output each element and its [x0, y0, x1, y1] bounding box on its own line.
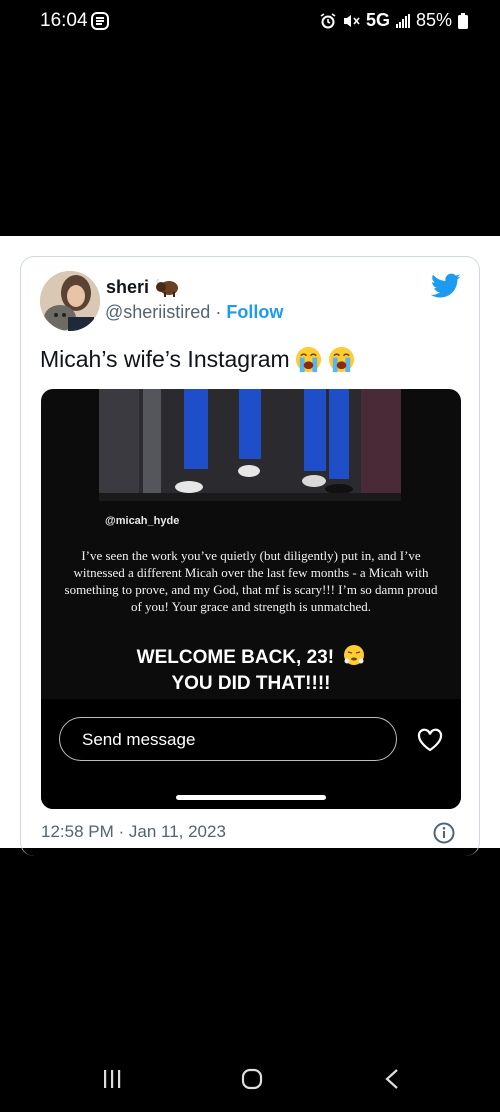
tweet-embed: sheri @sheriistired · Follow Micah’s wif…: [0, 236, 500, 856]
network-type: 5G: [365, 10, 390, 30]
story-welcome: WELCOME BACK, 23! YOU DID THAT!!!!: [41, 644, 461, 697]
navigation-bar: [0, 1060, 500, 1100]
loudly-crying-face-icon: [295, 346, 321, 373]
story-home-indicator: [176, 795, 326, 800]
author-handle-row: @sheriistired · Follow: [105, 302, 283, 323]
story-welcome-line2: YOU DID THAT!!!!: [171, 673, 331, 694]
author-handle[interactable]: @sheriistired: [105, 302, 210, 322]
story-photo: [99, 389, 401, 501]
loudly-crying-face-icon: [328, 346, 354, 373]
author-name-row[interactable]: sheri: [106, 277, 179, 298]
avatar-photo: [40, 271, 100, 331]
notification-app-icon: [91, 12, 109, 30]
info-icon[interactable]: [433, 822, 455, 844]
recents-icon[interactable]: [102, 1069, 122, 1089]
mute-icon: [343, 14, 360, 27]
tweet-text: Micah’s wife’s Instagram: [40, 346, 290, 372]
alarm-icon: [320, 12, 336, 28]
heart-icon[interactable]: [417, 728, 443, 752]
status-time: 16:04: [40, 10, 88, 31]
story-message: I’ve seen the work you’ve quietly (but d…: [64, 548, 438, 614]
avatar[interactable]: [40, 271, 100, 331]
tweet-timestamp[interactable]: 12:58 PM · Jan 11, 2023: [41, 822, 226, 842]
follow-link[interactable]: Follow: [226, 302, 283, 322]
tweet-card[interactable]: sheri @sheriistired · Follow Micah’s wif…: [20, 256, 480, 856]
twitter-logo-icon[interactable]: [431, 273, 461, 299]
tweet-text-row: Micah’s wife’s Instagram: [40, 345, 356, 374]
story-mention: @micah_hyde: [105, 515, 180, 527]
face-with-steam-icon: [344, 645, 365, 665]
battery-icon: [458, 12, 468, 29]
status-indicators: 5G 85%: [320, 10, 468, 31]
send-message-input[interactable]: Send message: [59, 717, 397, 761]
author-name[interactable]: sheri: [106, 277, 149, 298]
separator-dot: ·: [215, 302, 222, 322]
signal-icon: [395, 13, 410, 28]
story-reply-bar: Send message: [41, 699, 461, 809]
story-welcome-line1: WELCOME BACK, 23!: [136, 647, 335, 668]
bison-icon: [156, 278, 179, 297]
home-icon[interactable]: [241, 1068, 263, 1090]
back-icon[interactable]: [384, 1068, 400, 1090]
battery-percent: 85%: [415, 10, 452, 30]
instagram-story-image[interactable]: @micah_hyde I’ve seen the work you’ve qu…: [41, 389, 461, 809]
status-bar: 16:04 5G 85%: [0, 0, 500, 44]
